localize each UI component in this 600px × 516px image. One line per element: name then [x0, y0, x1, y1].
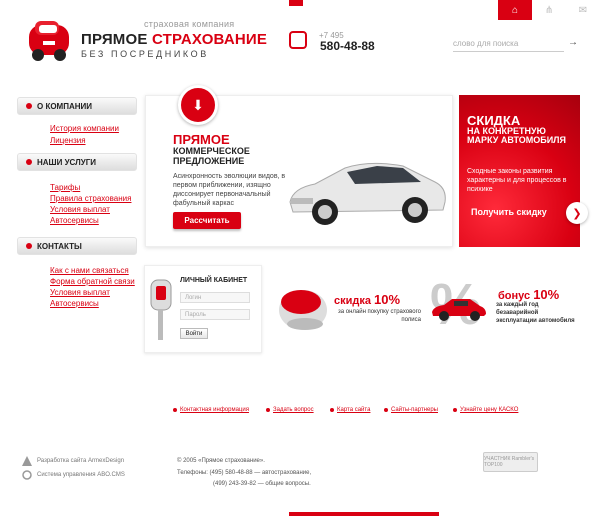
logo-title-part2: СТРАХОВАНИЕ: [151, 31, 268, 48]
sidebar-link[interactable]: История компании: [50, 124, 119, 133]
logo-title[interactable]: ПРЯМОЕ СТРАХОВАНИЕ: [81, 31, 267, 48]
silver-car-image: [289, 162, 446, 225]
bullet-icon: [384, 408, 388, 412]
online-discount-text: за онлайн покупку страхового полиса: [337, 309, 421, 323]
sidebar-section-services[interactable]: НАШИ УСЛУГИ: [17, 153, 137, 171]
sidebar-section-title: КОНТАКТЫ: [37, 241, 82, 251]
red-panel-text: Сходные законы развития характерны и для…: [467, 168, 567, 193]
cms-credit[interactable]: Система управления ABO.CMS: [37, 472, 125, 478]
calculate-button[interactable]: Рассчитать: [173, 212, 241, 229]
sidebar-section-title: О КОМПАНИИ: [37, 101, 93, 111]
footer-link[interactable]: Сайты-партнеры: [384, 407, 438, 413]
online-discount-value: 10%: [374, 292, 401, 307]
footer-link-label: Узнайте цену КАСКО: [460, 407, 519, 413]
footer-link[interactable]: Карта сайта: [330, 407, 370, 413]
sitemap-icon[interactable]: ⋔: [532, 0, 566, 20]
online-discount-heading[interactable]: скидка 10%: [334, 292, 400, 307]
sidebar-section-title: НАШИ УСЛУГИ: [37, 157, 96, 167]
bullet-icon: [26, 103, 32, 109]
footer-link-label: Задать вопрос: [273, 407, 314, 413]
footer-link-label: Карта сайта: [337, 407, 371, 413]
rambler-counter[interactable]: УЧАСТНИК Rambler's TOP100: [483, 452, 538, 472]
get-discount-link[interactable]: Получить скидку: [471, 207, 547, 217]
bullet-icon: [26, 159, 32, 165]
sidebar-section-contacts[interactable]: КОНТАКТЫ: [17, 237, 137, 255]
login-field[interactable]: Логин: [180, 292, 250, 303]
sidebar-section-about[interactable]: О КОМПАНИИ: [17, 97, 137, 115]
sidebar-link[interactable]: Тарифы: [50, 183, 80, 192]
promo-subtitle: КОММЕРЧЕСКОЕ ПРЕДЛОЖЕНИЕ: [173, 146, 250, 166]
bullet-icon: [330, 408, 334, 412]
sidebar-link[interactable]: Правила страхования: [50, 194, 131, 203]
sidebar-link[interactable]: Условия выплат: [50, 288, 110, 297]
copyright-text: © 2005 «Прямое страхование».: [177, 458, 265, 464]
armex-logo-icon: [22, 456, 32, 466]
search-input[interactable]: слово для поиска: [453, 39, 564, 52]
logo-subtitle: БЕЗ ПОСРЕДНИКОВ: [81, 49, 209, 59]
bonus-heading[interactable]: бонус 10%: [498, 287, 559, 302]
home-icon[interactable]: ⌂: [498, 0, 532, 20]
bonus-text: за каждый год безаварийной эксплуатации …: [496, 302, 575, 324]
sidebar-link[interactable]: Лицензия: [50, 136, 86, 145]
bullet-icon: [266, 408, 270, 412]
computer-mouse-icon: [279, 290, 327, 330]
car-key-icon: [150, 279, 172, 340]
footer-link-label: Сайты-партнеры: [391, 407, 438, 413]
footer-link[interactable]: Узнайте цену КАСКО: [453, 407, 518, 413]
password-field[interactable]: Пароль: [180, 309, 250, 320]
login-button[interactable]: Войти: [180, 328, 208, 339]
search-submit-icon[interactable]: →: [568, 37, 578, 48]
developer-credit[interactable]: Разработка сайта ArmexDesign: [37, 458, 124, 464]
mail-icon[interactable]: ✉: [566, 0, 600, 20]
bottom-accent-bar: [289, 512, 439, 516]
phones-line-2: (499) 243-39-82 — общие вопросы.: [213, 481, 311, 487]
phones-line-1: Телефоны: (495) 580-48-88 — автострахова…: [177, 470, 312, 476]
download-icon[interactable]: ⬇: [178, 85, 218, 125]
phone-number: 580-48-88: [320, 39, 375, 53]
online-discount-word: скидка: [334, 295, 375, 307]
bullet-icon: [173, 408, 177, 412]
login-title: ЛИЧНЫЙ КАБИНЕТ: [180, 277, 248, 284]
phone-icon: [289, 31, 307, 49]
red-car-image: [432, 299, 486, 321]
logo-car-icon[interactable]: [27, 19, 73, 63]
sidebar-link[interactable]: Автосервисы: [50, 216, 99, 225]
top-accent-bar: [289, 0, 303, 6]
sidebar-link[interactable]: Автосервисы: [50, 299, 99, 308]
red-panel-subtitle: НА КОНКРЕТНУЮ МАРКУ АВТОМОБИЛЯ: [467, 126, 566, 145]
logo-title-part1: ПРЯМОЕ: [81, 31, 152, 48]
footer-link[interactable]: Задать вопрос: [266, 407, 314, 413]
cms-logo-icon: [22, 470, 32, 480]
footer-link-label: Контактная информация: [180, 407, 249, 413]
arrow-right-icon[interactable]: ❯: [566, 202, 588, 224]
footer-link[interactable]: Контактная информация: [173, 407, 249, 413]
promo-title: ПРЯМОЕ: [173, 132, 230, 147]
bonus-value: 10%: [533, 287, 560, 302]
logo-tagline: страховая компания: [144, 19, 235, 29]
sidebar-link[interactable]: Как с нами связаться: [50, 266, 129, 275]
top-nav: ⌂ ⋔ ✉: [498, 0, 600, 20]
bullet-icon: [453, 408, 457, 412]
sidebar-link[interactable]: Форма обратной связи: [50, 277, 135, 286]
sidebar-link[interactable]: Условия выплат: [50, 205, 110, 214]
bullet-icon: [26, 243, 32, 249]
